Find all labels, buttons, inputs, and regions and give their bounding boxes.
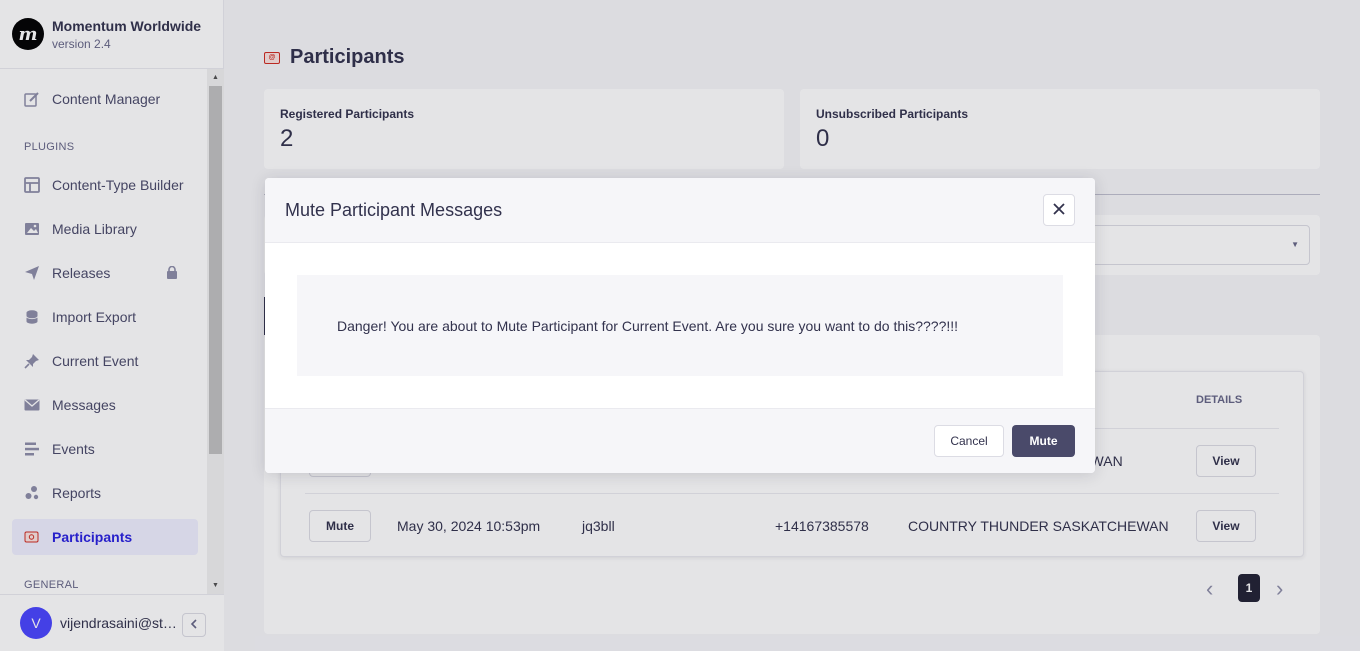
dialog-title: Mute Participant Messages bbox=[285, 199, 503, 220]
dialog-header: Mute Participant Messages bbox=[265, 178, 1095, 243]
cancel-button[interactable]: Cancel bbox=[934, 425, 1004, 457]
dialog-body: Danger! You are about to Mute Participan… bbox=[265, 243, 1095, 408]
mute-dialog: Mute Participant Messages Danger! You ar… bbox=[265, 178, 1095, 473]
dialog-footer: Cancel Mute bbox=[265, 408, 1095, 473]
confirm-mute-button[interactable]: Mute bbox=[1012, 425, 1075, 457]
close-icon bbox=[1052, 199, 1066, 222]
danger-message: Danger! You are about to Mute Participan… bbox=[297, 275, 1063, 376]
close-button[interactable] bbox=[1043, 194, 1075, 226]
